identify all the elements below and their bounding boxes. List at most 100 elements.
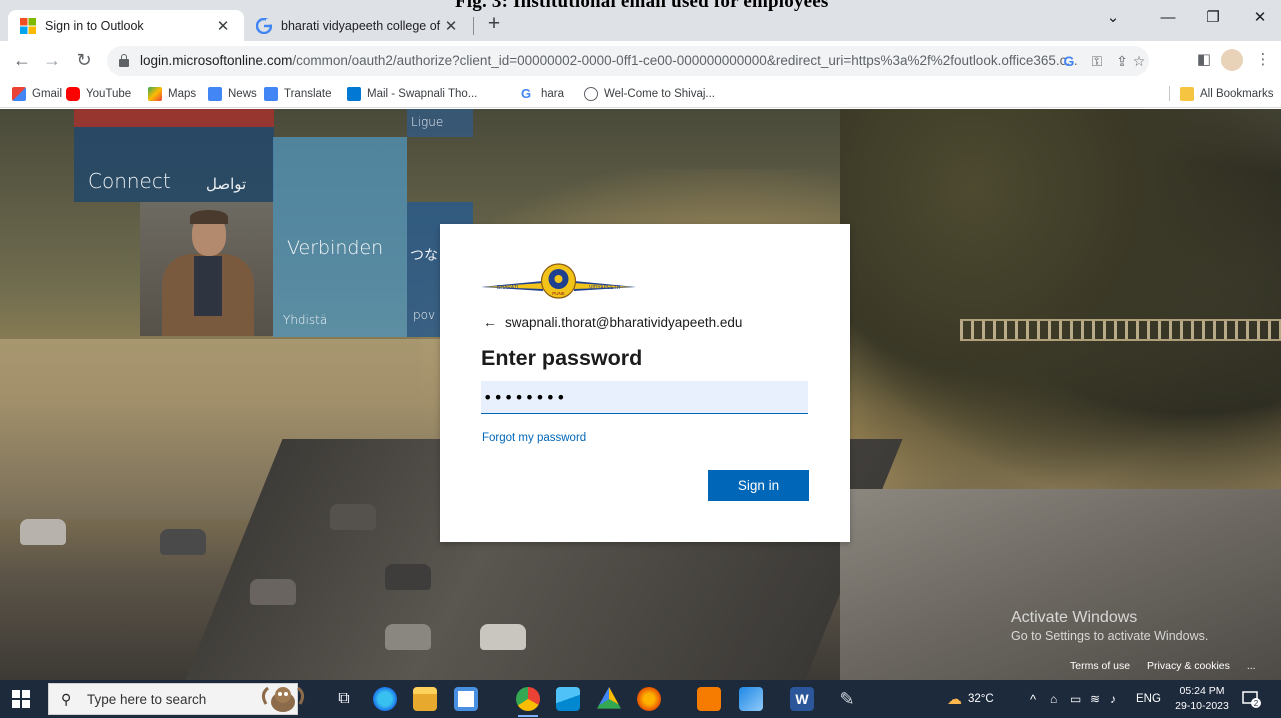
tab-sign-in-to-outlook[interactable]: Sign in to Outlook ✕ [8,10,244,41]
tab-close-icon[interactable]: ✕ [442,17,460,35]
folder-icon [1180,87,1194,101]
url-text[interactable]: login.microsoftonline.com/common/oauth2/… [140,53,1078,68]
word-icon[interactable]: W [790,687,814,711]
car [20,519,66,545]
privacy-cookies-link[interactable]: Privacy & cookies [1147,660,1230,672]
bookmark-gmail[interactable]: Gmail [12,85,62,103]
tab-search-chevron-icon[interactable]: ⌄ [1098,6,1128,30]
chrome-icon[interactable] [516,687,540,717]
windows-start-icon[interactable] [12,690,30,708]
battery-icon[interactable]: ▭ [1070,680,1081,718]
account-email: swapnali.thorat@bharatividyapeeth.edu [505,314,743,330]
file-explorer-icon[interactable] [413,687,437,711]
watermark-title: Activate Windows [1011,609,1138,626]
tab-bharati-vidyapeeth[interactable]: bharati vidyapeeth college of ph ✕ [244,10,472,41]
car [385,564,431,590]
svg-text:2: 2 [1254,699,1259,708]
show-hidden-icons[interactable]: ^ [1030,680,1036,718]
side-panel-icon[interactable]: ◧ [1193,49,1215,71]
language-indicator[interactable]: ENG [1136,680,1161,718]
new-tab-button[interactable]: + [482,12,506,36]
firefox-icon[interactable] [637,687,661,711]
photos-icon[interactable] [739,687,763,711]
system-clock[interactable]: 05:24 PM 29-10-2023 [1172,684,1232,714]
bridge-railing [960,319,1281,341]
car [385,624,431,650]
account-back-row[interactable]: ← swapnali.thorat@bharatividyapeeth.edu [483,314,742,330]
google-g-icon [256,17,272,34]
tab-close-icon[interactable]: ✕ [214,17,232,35]
reload-icon[interactable]: ↻ [72,48,96,72]
edge-browser-icon[interactable] [373,687,397,711]
address-bar[interactable]: login.microsoftonline.com/common/oauth2/… [107,46,1149,76]
terms-of-use-link[interactable]: Terms of use [1070,660,1130,672]
clock-date: 29-10-2023 [1175,700,1229,712]
close-window-button[interactable]: ✕ [1245,6,1275,30]
tab-title: Sign in to Outlook [45,18,144,33]
search-placeholder: Type here to search [87,691,207,707]
outlook-icon [347,87,361,101]
more-options-link[interactable]: ... [1247,660,1256,672]
svg-text:PUNE: PUNE [552,291,565,296]
key-icon[interactable]: ⚿ [1087,51,1107,71]
background-tile-verbinden: Verbinden Yhdistä [273,137,407,337]
bookmark-news[interactable]: News [208,85,257,103]
figure-caption-overlay: Fig. 3: Institutional email used for emp… [455,0,829,12]
profile-avatar[interactable] [1221,49,1243,71]
activate-windows-watermark: Activate Windows Go to Settings to activ… [1011,609,1208,643]
password-field[interactable] [481,381,808,414]
all-bookmarks-folder[interactable]: All Bookmarks [1180,85,1274,103]
back-arrow-icon[interactable]: ← [483,314,497,330]
minimize-button[interactable]: — [1153,6,1183,30]
weather-temp: 32°C [968,693,994,705]
mail-icon[interactable] [556,687,580,711]
bookmark-welcome-shivaji[interactable]: Wel-Come to Shivaj... [584,85,715,103]
bookmark-maps[interactable]: Maps [148,85,196,103]
background-tile-ligue: Ligue [407,109,473,137]
bookmark-hara[interactable]: G hara [521,85,564,103]
person-with-phone-photo [140,202,273,336]
windows-taskbar: ⚲ Type here to search ⧉ W ✎ ☁ 32°C ^ ⌂ ▭… [0,680,1281,718]
page-title: Enter password [481,346,643,370]
bookmark-youtube[interactable]: YouTube [66,85,131,103]
pdf-app-icon[interactable] [697,687,721,711]
sign-in-button[interactable]: Sign in [708,470,809,501]
translate-icon [264,87,278,101]
onedrive-icon[interactable]: ⌂ [1050,680,1057,718]
weather-widget[interactable]: ☁ 32°C [947,680,994,718]
svg-text:VIDYAPEETH: VIDYAPEETH [589,285,621,291]
concrete-barrier [840,489,1281,680]
search-highlight-monkey-icon[interactable] [258,684,308,714]
forgot-password-link[interactable]: Forgot my password [482,432,586,444]
google-drive-icon[interactable] [597,687,621,709]
task-view-icon[interactable]: ⧉ [332,687,356,711]
google-g-icon: G [521,86,532,101]
back-arrow-icon[interactable]: ← [10,48,34,72]
wifi-icon[interactable]: ≋ [1090,680,1100,718]
google-lens-icon[interactable]: G [1059,51,1079,71]
bookmarks-divider [1169,86,1170,101]
tab-title: bharati vidyapeeth college of ph [281,18,442,33]
restore-button[interactable]: ❐ [1198,6,1228,30]
login-page-background: Connect تواصل Verbinden Yhdistä Ligue つな… [0,109,1281,680]
tab-divider [473,17,474,35]
palm-trees [840,109,1281,509]
search-icon: ⚲ [61,690,72,707]
menu-kebab-icon[interactable]: ⋮ [1252,49,1274,71]
forward-arrow-icon[interactable]: → [40,48,64,72]
bookmark-star-icon[interactable]: ☆ [1129,51,1149,71]
bookmark-translate[interactable]: Translate [264,85,332,103]
bookmark-mail-swapnali[interactable]: Mail - Swapnali Tho... [347,85,477,103]
car [480,624,526,650]
store-icon[interactable] [454,687,478,711]
notification-center-icon[interactable]: 2 [1241,689,1261,709]
clock-time: 05:24 PM [1179,685,1225,697]
gmail-icon [12,87,26,101]
microsoft-logo-icon [20,17,36,34]
volume-icon[interactable]: ♪ [1110,680,1116,718]
watermark-subtitle: Go to Settings to activate Windows. [1011,629,1209,643]
lock-icon[interactable] [119,54,129,67]
paint-icon[interactable]: ✎ [835,687,859,711]
globe-icon [584,87,598,101]
car [160,529,206,555]
